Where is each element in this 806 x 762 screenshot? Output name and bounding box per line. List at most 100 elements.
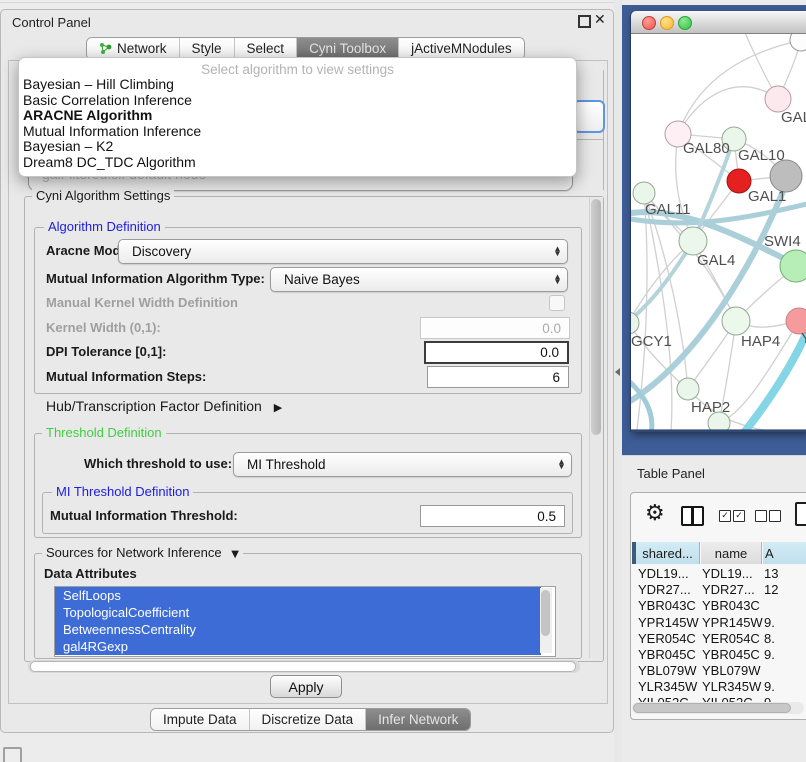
table-row[interactable]: YLR345W YLR345W 9. (630, 679, 806, 695)
table-hscrollbar[interactable] (632, 702, 804, 714)
control-panel-title: Control Panel (12, 15, 91, 30)
panel-splitter[interactable] (614, 0, 622, 762)
attribute-item-selected[interactable]: TopologicalCoefficient (55, 604, 541, 621)
cell-name: YBL079W (702, 663, 761, 679)
close-window-icon[interactable] (642, 16, 656, 30)
column-header-shared-name[interactable]: shared... (636, 542, 700, 564)
cell-value: 9. (764, 615, 775, 631)
dropdown-item[interactable]: Bayesian – K2 (22, 139, 573, 155)
mi-steps-field[interactable]: 6 (427, 366, 569, 388)
close-panel-icon[interactable]: ✕ (594, 12, 606, 28)
attributes-list-scrollbar-thumb[interactable] (541, 590, 550, 636)
table-hscrollbar-thumb[interactable] (633, 703, 791, 713)
cell-shared-name: YBR045C (638, 647, 696, 663)
threshold-definition-title: Threshold Definition (42, 426, 166, 440)
zoom-window-icon[interactable] (678, 16, 692, 30)
kernel-width-value: 0.0 (542, 321, 561, 336)
show-columns-icon[interactable] (681, 506, 704, 526)
sources-group-title[interactable]: Sources for Network Inference ▼ (42, 546, 243, 562)
tab-network[interactable]: Network (87, 38, 180, 59)
table-row[interactable]: YER054C YER054C 8. (630, 631, 806, 647)
node-label: GAL11 (645, 201, 691, 218)
select-all-checkbox-icon[interactable]: ✓ (733, 510, 745, 522)
deselect-all-checkbox-icon[interactable] (769, 510, 781, 522)
dpi-tolerance-value: 0.0 (540, 345, 559, 360)
table-row[interactable]: YBL079W YBL079W (630, 663, 806, 679)
table-row[interactable]: YBR045C YBR045C 9. (630, 647, 806, 663)
node-gal4[interactable] (679, 227, 707, 255)
tab-impute-data[interactable]: Impute Data (151, 709, 250, 730)
manual-kernel-checkbox[interactable] (549, 295, 565, 311)
settings-hscrollbar-thumb[interactable] (30, 661, 576, 672)
aracne-mode-combo[interactable]: Discovery ▲▼ (118, 239, 568, 264)
tab-infer-network-label: Infer Network (378, 712, 458, 727)
column-header-name[interactable]: name (701, 542, 762, 564)
table-row[interactable]: YPR145W YPR145W 9. (630, 615, 806, 631)
export-table-icon[interactable] (795, 502, 806, 526)
node-hap2[interactable] (677, 378, 699, 400)
dropdown-item[interactable]: Mutual Information Inference (22, 124, 573, 140)
apply-button[interactable]: Apply (270, 675, 342, 698)
tab-jactivemnodules[interactable]: jActiveMNodules (399, 38, 524, 59)
cell-name: YBR043C (702, 598, 760, 614)
algorithm-selector-combo-edge[interactable] (573, 100, 605, 133)
select-all-checkbox-icon[interactable]: ✓ (719, 510, 731, 522)
tab-discretize-data-label: Discretize Data (262, 712, 354, 727)
splitter-collapse-icon[interactable] (615, 368, 620, 376)
dropdown-item[interactable]: Bayesian – Hill Climbing (22, 77, 573, 93)
attribute-item-selected[interactable]: SelfLoops (55, 587, 541, 604)
attributes-list-scrollbar[interactable] (540, 588, 552, 653)
deselect-all-checkbox-icon[interactable] (755, 510, 767, 522)
algorithm-dropdown-hint: Select algorithm to view settings (19, 62, 576, 77)
network-canvas[interactable]: GAL GAL80 GAL10 GAL1 GAL11 GAL4 SWI4 GCY… (631, 34, 806, 430)
column-header-partial[interactable]: A (763, 542, 806, 564)
which-threshold-combo[interactable]: MI Threshold ▲▼ (233, 452, 572, 477)
network-icon (99, 42, 112, 55)
tab-style[interactable]: Style (180, 38, 235, 59)
node-swi4[interactable] (780, 250, 806, 282)
kernel-width-field[interactable]: 0.0 (420, 317, 570, 339)
tab-infer-network[interactable]: Infer Network (366, 709, 470, 730)
node-label: HAP2 (691, 399, 730, 416)
node[interactable] (790, 34, 806, 51)
table-row[interactable]: YDL19... YDL19... 13 (630, 566, 806, 582)
mi-threshold-field[interactable]: 0.5 (420, 505, 565, 527)
gear-icon[interactable]: ⚙ (645, 501, 665, 527)
algorithm-dropdown-list: Select algorithm to view settings Bayesi… (18, 57, 577, 177)
which-threshold-label: Which threshold to use: (84, 456, 232, 472)
kernel-width-label: Kernel Width (0,1): (46, 320, 161, 336)
cell-shared-name: YBL079W (638, 663, 697, 679)
table-row[interactable]: YDR27... YDR27... 12 (630, 582, 806, 598)
tab-discretize-data[interactable]: Discretize Data (250, 709, 367, 730)
tab-jactivemnodules-label: jActiveMNodules (411, 41, 512, 56)
algorithm-definition-title: Algorithm Definition (44, 220, 165, 234)
tab-style-label: Style (192, 41, 222, 56)
hub-definition-expander[interactable]: Hub/Transcription Factor Definition ▶ (46, 398, 282, 416)
float-panel-icon[interactable] (578, 15, 591, 28)
mi-threshold-label: Mutual Information Threshold: (50, 508, 238, 524)
table-panel-title: Table Panel (637, 466, 705, 481)
node-label: GCY1 (631, 333, 672, 350)
settings-scrollbar[interactable] (589, 197, 603, 658)
minimize-window-icon[interactable] (660, 16, 674, 30)
table-row[interactable]: YBR043C YBR043C (630, 598, 806, 614)
dropdown-item[interactable]: Dream8 DC_TDC Algorithm (22, 155, 573, 171)
network-window-titlebar[interactable] (631, 11, 806, 34)
expand-right-icon: ▶ (274, 401, 282, 414)
manual-kernel-label: Manual Kernel Width Definition (46, 295, 238, 311)
cyni-bottom-tabbar: Impute Data Discretize Data Infer Networ… (150, 708, 471, 731)
settings-scrollbar-thumb[interactable] (591, 199, 601, 435)
mi-type-combo[interactable]: Naive Bayes ▲▼ (270, 267, 568, 292)
tab-cyni-toolbox[interactable]: Cyni Toolbox (297, 38, 399, 59)
minimized-panel-icon[interactable] (3, 747, 22, 762)
tab-select[interactable]: Select (235, 38, 298, 59)
node-label: HAP4 (741, 333, 780, 350)
dpi-tolerance-field[interactable]: 0.0 (424, 341, 569, 364)
column-header-label: name (715, 546, 748, 561)
settings-hscrollbar[interactable] (28, 660, 580, 673)
dropdown-item[interactable]: Basic Correlation Inference (22, 93, 573, 109)
attribute-item-selected[interactable]: gal4RGexp (55, 638, 541, 655)
node-hap4[interactable] (722, 307, 750, 335)
dropdown-item-selected[interactable]: ARACNE Algorithm (22, 108, 573, 124)
attribute-item-selected[interactable]: BetweennessCentrality (55, 621, 541, 638)
